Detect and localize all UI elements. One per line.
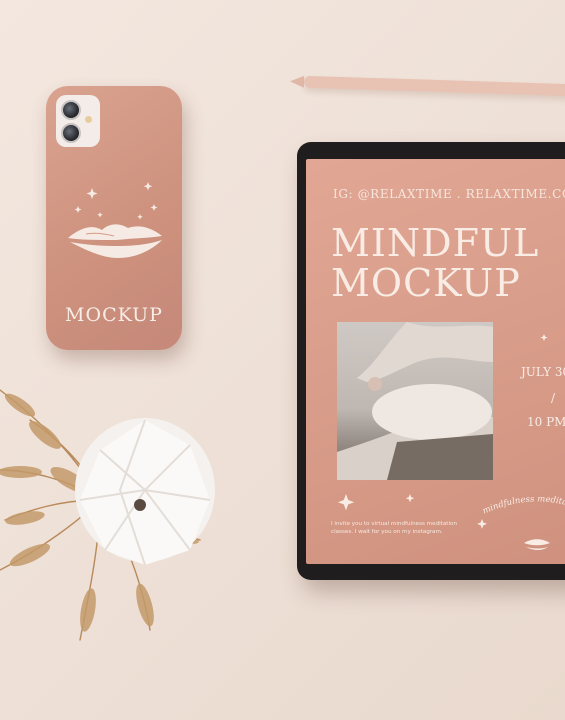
phone-mockup-label: MOCKUP <box>65 304 163 326</box>
phone-case: MOCKUP <box>46 86 182 350</box>
crescent-moon-icon <box>106 174 122 206</box>
moon-lips-illustration <box>68 174 162 258</box>
sparkle-icon <box>337 494 355 511</box>
pencil <box>303 75 565 97</box>
sparkle-icon <box>540 334 548 341</box>
svg-text:mindfulness meditation: mindfulness meditation <box>481 494 565 516</box>
camera-lens-icon <box>61 123 81 143</box>
lips-icon <box>68 224 162 240</box>
tablet: IG: @RELAXTIME . RELAXTIME.COM MINDFUL M… <box>297 142 565 580</box>
crescent-moon-icon <box>511 461 519 477</box>
camera-lens-icon <box>61 100 81 120</box>
tablet-screen: IG: @RELAXTIME . RELAXTIME.COM MINDFUL M… <box>306 159 565 564</box>
sparkle-icon <box>405 494 415 503</box>
product-scene: MOCKUP IG: @RELAXTIME . RELAXTIME.COM MI… <box>0 0 565 720</box>
flash-icon <box>85 116 92 123</box>
arc-caption: mindfulness meditation <box>481 494 565 516</box>
white-vase <box>75 418 215 566</box>
stars-icon <box>74 182 158 220</box>
camera-module <box>56 95 100 147</box>
invite-text: I invite you to virtual mindfulness medi… <box>331 521 458 535</box>
arc-caption-text: mindfulness meditation <box>481 494 565 516</box>
